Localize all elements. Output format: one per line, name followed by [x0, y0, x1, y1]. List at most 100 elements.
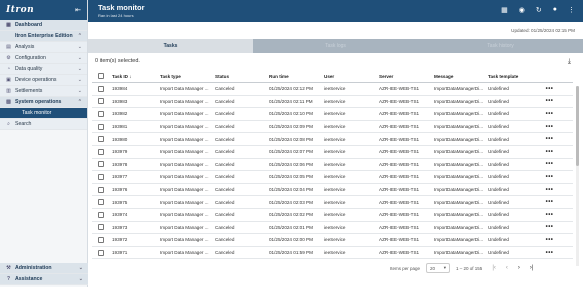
- column-header[interactable]: Task template: [488, 74, 542, 79]
- table-cell: 01/25/2024 01:59 PM: [269, 250, 313, 256]
- sidebar-item-administration[interactable]: ⚒ Administration ⌄: [0, 263, 88, 274]
- chevron-down-icon: ⌄: [78, 265, 83, 271]
- refresh-icon[interactable]: ↻: [536, 6, 542, 14]
- sidebar-item-dashboard[interactable]: ▦ Dashboard: [0, 20, 87, 31]
- row-more-icon[interactable]: •••: [542, 237, 557, 243]
- column-header[interactable]: Server: [379, 74, 434, 79]
- table-row[interactable]: 193973 Import Data Manager ... Canceled 01/…: [92, 222, 573, 235]
- table-cell: Import Data Manager ...: [160, 250, 209, 256]
- row-more-icon[interactable]: •••: [542, 161, 557, 167]
- row-checkbox[interactable]: [98, 98, 104, 105]
- collapse-icon[interactable]: ⇤: [75, 6, 81, 14]
- row-more-icon[interactable]: •••: [542, 199, 557, 205]
- row-checkbox[interactable]: [98, 148, 104, 155]
- prev-page-icon[interactable]: ‹: [506, 265, 508, 271]
- table-row[interactable]: 193982 Import Data Manager ... Canceled 01/…: [92, 108, 573, 121]
- sidebar-item-analysis[interactable]: ▤ Analysis ⌄: [0, 42, 87, 53]
- row-more-icon[interactable]: •••: [542, 111, 557, 117]
- table-cell: Import Data Manager ...: [160, 136, 209, 142]
- sidebar-item-settlements[interactable]: ▥ Settlements ⌄: [0, 86, 87, 97]
- calendar-icon[interactable]: ▦: [501, 6, 508, 14]
- table-cell: ImportDataManagerDi...: [434, 111, 484, 117]
- table-cell: AZR-IEE-WEB-TS1: [379, 124, 420, 130]
- column-header[interactable]: Task type: [160, 74, 215, 79]
- table-cell: Import Data Manager ...: [160, 98, 209, 104]
- sidebar-nav: ▦ Dashboard Itron Enterprise Edition ⌃ ▤ Anal…: [0, 20, 87, 130]
- row-more-icon[interactable]: •••: [542, 212, 557, 218]
- more-vert-icon[interactable]: ⋮: [568, 6, 575, 14]
- table-row[interactable]: 193983 Import Data Manager ... Canceled 01/…: [92, 96, 573, 109]
- table-row[interactable]: 193980 Import Data Manager ... Canceled 01/…: [92, 133, 573, 146]
- row-checkbox[interactable]: [98, 224, 104, 231]
- sidebar-item-device-operations[interactable]: ▣ Device operations ⌄: [0, 75, 87, 86]
- sidebar-item-itron-enterprise-edition[interactable]: Itron Enterprise Edition ⌃: [0, 31, 87, 42]
- select-all-checkbox[interactable]: [98, 73, 104, 79]
- column-header[interactable]: Message: [434, 74, 488, 79]
- sidebar-item-label: Analysis: [15, 44, 35, 50]
- table-row[interactable]: 193972 Import Data Manager ... Canceled 01/…: [92, 234, 573, 247]
- tab-tasks[interactable]: Tasks: [88, 39, 253, 53]
- table-cell: ieeService: [324, 237, 346, 243]
- table-row[interactable]: 193977 Import Data Manager ... Canceled 01/…: [92, 171, 573, 184]
- table-cell: AZR-IEE-WEB-TS1: [379, 224, 420, 230]
- row-checkbox[interactable]: [98, 186, 104, 193]
- row-checkbox[interactable]: [98, 123, 104, 130]
- row-more-icon[interactable]: •••: [542, 136, 557, 142]
- next-page-icon[interactable]: ›: [518, 265, 520, 271]
- sidebar-item-search[interactable]: ⌕ Search: [0, 119, 87, 130]
- row-checkbox[interactable]: [98, 249, 104, 256]
- table-cell: 01/25/2024 02:08 PM: [269, 136, 313, 142]
- download-icon[interactable]: ⤓: [568, 58, 571, 66]
- sidebar-item-label: Administration: [15, 265, 52, 271]
- table-row[interactable]: 193971 Import Data Manager ... Canceled 01/…: [92, 247, 573, 260]
- sidebar-item-configuration[interactable]: ⚙ Configuration ⌄: [0, 53, 87, 64]
- row-checkbox[interactable]: [98, 236, 104, 243]
- table-row[interactable]: 193981 Import Data Manager ... Canceled 01/…: [92, 121, 573, 134]
- sidebar-item-task-monitor[interactable]: Task monitor: [0, 108, 87, 119]
- row-more-icon[interactable]: •••: [542, 98, 557, 104]
- row-checkbox[interactable]: [98, 85, 104, 92]
- sidebar-item-label: Data quality: [15, 66, 43, 72]
- sidebar-item-assistance[interactable]: ? Assistance ⌄: [0, 274, 88, 285]
- column-header[interactable]: User: [324, 74, 379, 79]
- table-row[interactable]: 193979 Import Data Manager ... Canceled 01/…: [92, 146, 573, 159]
- table-row[interactable]: 193975 Import Data Manager ... Canceled 01/…: [92, 196, 573, 209]
- row-more-icon[interactable]: •••: [542, 149, 557, 155]
- row-more-icon[interactable]: •••: [542, 124, 557, 130]
- table-cell: 193984: [112, 86, 128, 92]
- table-row[interactable]: 193984 Import Data Manager ... Canceled 01/…: [92, 83, 573, 96]
- tab-task-history[interactable]: Task history: [418, 39, 583, 53]
- administration-icon: ⚒: [6, 265, 11, 271]
- column-header[interactable]: Run time: [269, 74, 324, 79]
- row-more-icon[interactable]: •••: [542, 224, 557, 230]
- user-icon[interactable]: ●: [553, 6, 557, 14]
- last-page-icon[interactable]: ›|: [530, 265, 534, 271]
- items-per-page-select[interactable]: 20 ▾: [426, 263, 451, 273]
- row-more-icon[interactable]: •••: [542, 174, 557, 180]
- column-header[interactable]: Status: [215, 74, 269, 79]
- table-row[interactable]: 193976 Import Data Manager ... Canceled 01/…: [92, 184, 573, 197]
- row-checkbox[interactable]: [98, 110, 104, 117]
- row-more-icon[interactable]: •••: [542, 250, 557, 256]
- table-cell: ImportDataManagerDi...: [434, 187, 484, 193]
- table-cell: Undefined: [488, 149, 509, 155]
- table-scrollbar[interactable]: [576, 86, 579, 266]
- table-cell: ImportDataManagerDi...: [434, 199, 484, 205]
- row-checkbox[interactable]: [98, 199, 104, 206]
- row-more-icon[interactable]: •••: [542, 86, 557, 92]
- table-cell: 01/25/2024 02:04 PM: [269, 187, 313, 193]
- row-more-icon[interactable]: •••: [542, 187, 557, 193]
- row-checkbox[interactable]: [98, 173, 104, 180]
- column-header[interactable]: Task ID ↓: [112, 74, 160, 79]
- scrollbar-thumb[interactable]: [576, 86, 579, 166]
- row-checkbox[interactable]: [98, 161, 104, 168]
- signal-icon[interactable]: ◉: [519, 6, 525, 14]
- tab-task-logs[interactable]: Task logs: [253, 39, 418, 53]
- first-page-icon[interactable]: |‹: [492, 265, 496, 271]
- row-checkbox[interactable]: [98, 136, 104, 143]
- table-row[interactable]: 193978 Import Data Manager ... Canceled 01/…: [92, 159, 573, 172]
- sidebar-item-data-quality[interactable]: ◔ Data quality ⌄: [0, 64, 87, 75]
- sidebar-item-system-operations[interactable]: ▧ System operations ⌃: [0, 97, 87, 108]
- row-checkbox[interactable]: [98, 211, 104, 218]
- table-row[interactable]: 193974 Import Data Manager ... Canceled 01/…: [92, 209, 573, 222]
